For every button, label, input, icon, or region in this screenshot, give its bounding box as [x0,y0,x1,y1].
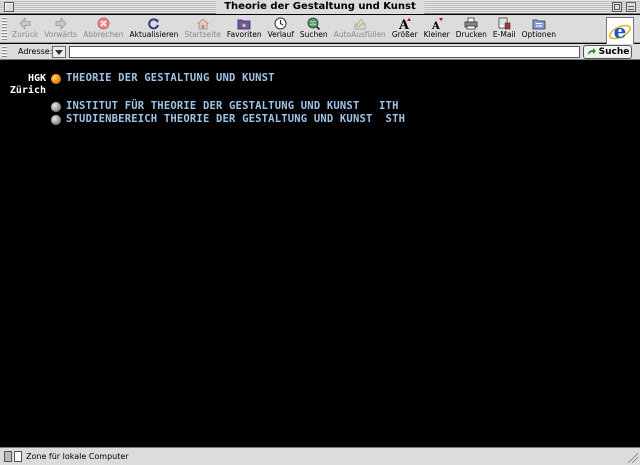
autofill-icon [353,17,367,30]
nav-link-theorie[interactable]: THEORIE DER GESTALTUNG UND KUNST [66,72,275,85]
browser-logo-icon: e [606,17,634,45]
brand-line-hgk: HGK [27,73,46,84]
bullet-active-icon [51,74,61,84]
refresh-button[interactable]: Aktualisieren [128,17,181,43]
status-bar: Zone für lokale Computer [0,447,640,465]
nav-link-ith[interactable]: INSTITUT FÜR THEORIE DER GESTALTUNG UND … [66,100,399,113]
refresh-icon [147,17,161,30]
print-button[interactable]: Drucken [454,17,489,43]
bullet-inactive-icon [51,102,61,112]
history-icon [274,17,288,30]
window-title: Theorie der Gestaltung und Kunst [216,0,424,14]
address-history-dropdown[interactable] [52,46,66,58]
search-go-label: Suche [598,47,630,57]
chevron-down-icon [55,49,63,55]
text-smaller-button[interactable]: A Kleiner [422,17,452,43]
address-bar-grip[interactable] [2,46,7,58]
toolbar-grip[interactable] [2,17,7,41]
stop-button[interactable]: Abbrechen [81,17,125,43]
toolbar: Zurück Vorwärts Abbrechen Aktualisieren … [0,15,640,43]
svg-text:A: A [431,21,440,30]
collapse-window-button[interactable] [626,2,636,12]
site-brand: HGK Zürich [8,73,46,97]
stop-icon [96,17,110,30]
search-globe-icon [307,17,321,30]
home-icon [196,17,210,30]
address-bar: Adresse: Suche [0,44,640,60]
search-go-button[interactable]: Suche [583,45,632,59]
options-button[interactable]: Optionen [520,17,558,43]
forward-button[interactable]: Vorwärts [42,17,79,43]
svg-text:e: e [614,19,627,43]
options-icon [532,17,546,30]
brand-line-zurich: Zürich [9,85,46,96]
zone-page-icon [14,451,22,462]
autofill-button[interactable]: AutoAusfüllen [332,17,388,43]
status-text: Zone für lokale Computer [26,452,129,461]
bullet-inactive-icon [51,115,61,125]
home-button[interactable]: Startseite [182,17,222,43]
title-bar: Theorie der Gestaltung und Kunst [0,0,640,14]
forward-arrow-icon [54,17,68,30]
text-larger-button[interactable]: A Größer [390,17,420,43]
favorites-button[interactable]: Favoriten [225,17,264,43]
favorites-icon [237,17,251,30]
back-arrow-icon [18,17,32,30]
close-window-button[interactable] [4,2,14,12]
security-icon [4,451,12,462]
resize-grip[interactable] [628,453,638,463]
go-arrow-icon [587,48,596,55]
back-button[interactable]: Zurück [10,17,40,43]
address-input[interactable] [69,46,580,58]
history-button[interactable]: Verlauf [266,17,296,43]
print-icon [464,17,478,30]
text-smaller-icon: A [430,17,444,30]
search-button[interactable]: Suchen [298,17,330,43]
mail-icon [497,17,511,30]
nav-link-sth[interactable]: STUDIENBEREICH THEORIE DER GESTALTUNG UN… [66,113,405,126]
email-button[interactable]: E-Mail [491,17,518,43]
text-larger-icon: A [398,17,412,30]
address-label: Adresse: [18,47,53,56]
zoom-window-button[interactable] [612,2,622,12]
